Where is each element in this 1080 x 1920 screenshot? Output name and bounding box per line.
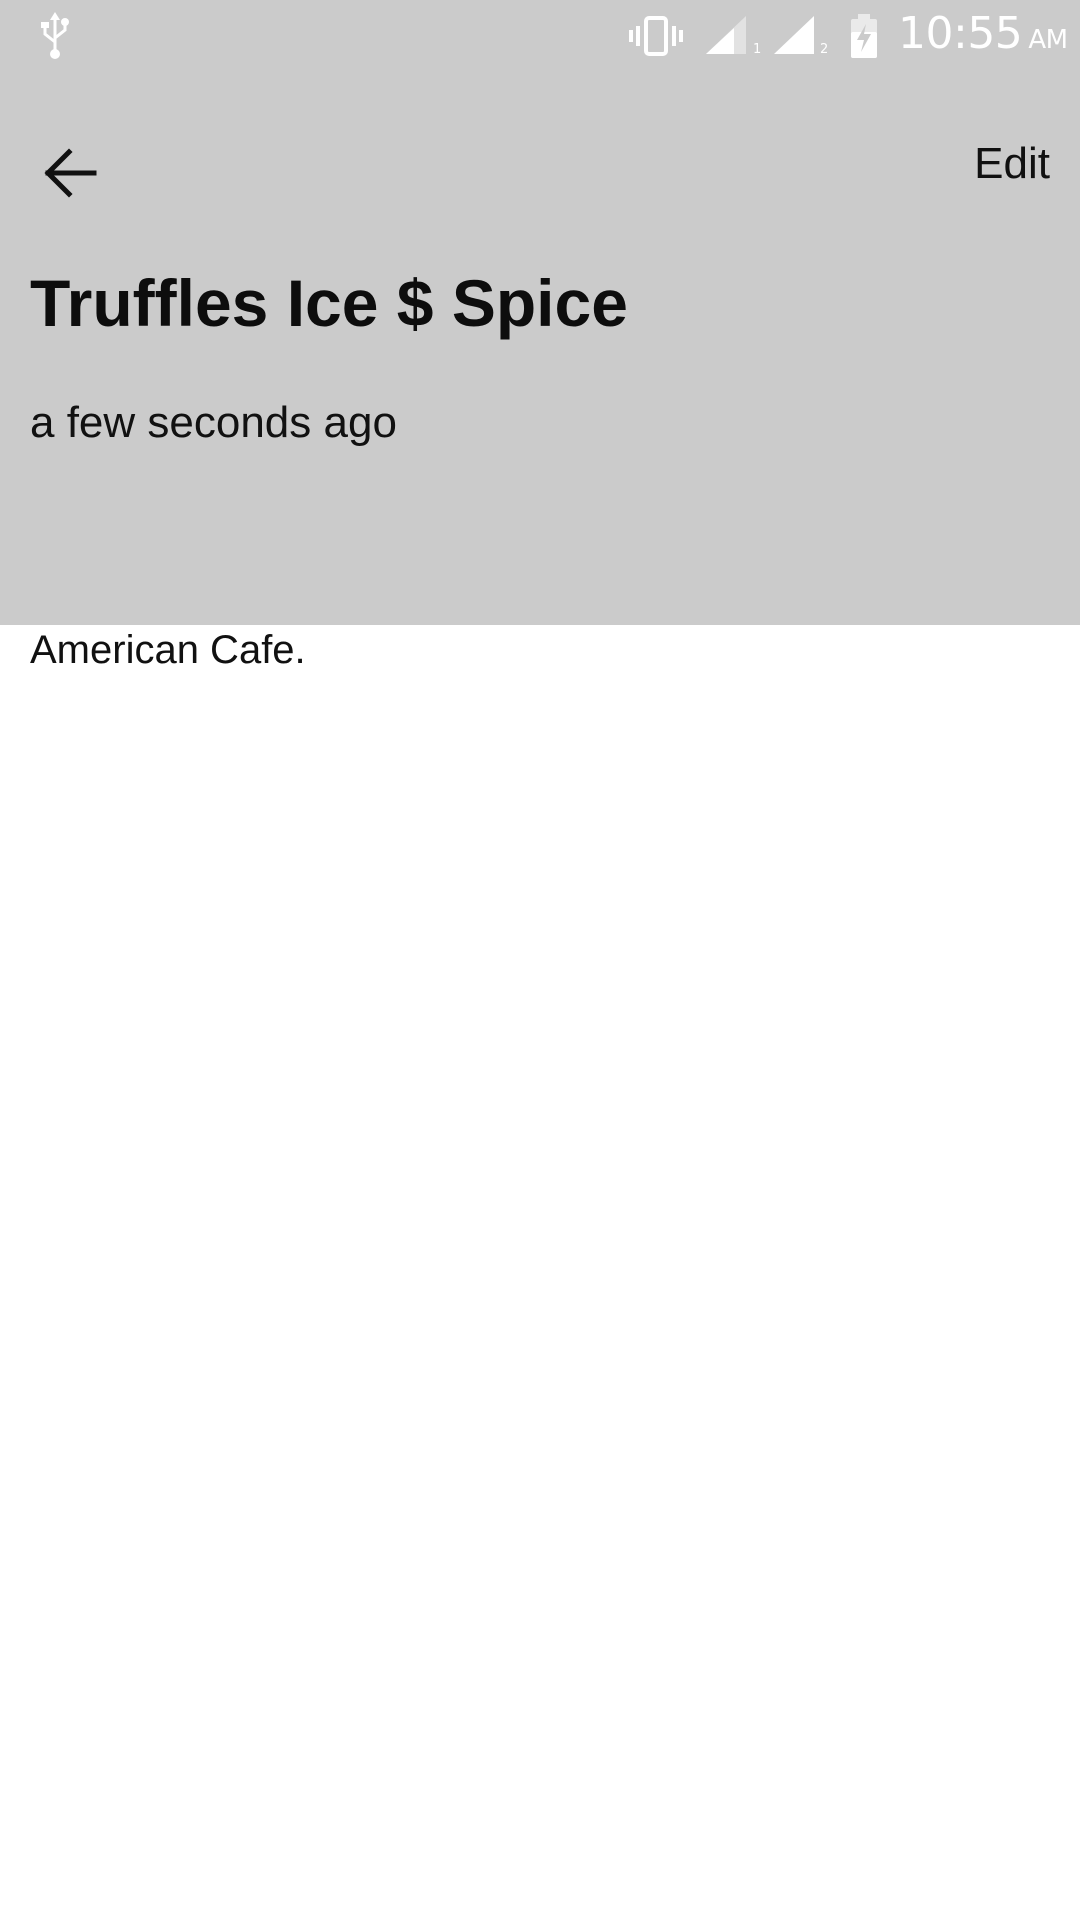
description-text: American Cafe. bbox=[30, 628, 306, 672]
usb-icon bbox=[41, 12, 69, 59]
status-time: 10:55 bbox=[898, 8, 1023, 59]
signal-icon bbox=[706, 16, 746, 54]
edit-button[interactable]: Edit bbox=[974, 139, 1050, 189]
page-title: Truffles Ice $ Spice bbox=[30, 266, 628, 340]
status-ampm: AM bbox=[1028, 25, 1068, 55]
status-bar: 1 2 10:55 AM bbox=[0, 0, 1080, 75]
vibrate-icon bbox=[629, 16, 683, 56]
timestamp: a few seconds ago bbox=[30, 398, 397, 447]
sim-1-label: 1 bbox=[753, 42, 762, 57]
detail-header: Edit Truffles Ice $ Spice a few seconds … bbox=[0, 75, 1080, 625]
battery-charging-icon bbox=[851, 14, 877, 58]
signal-icon bbox=[774, 16, 814, 54]
arrow-left-icon bbox=[44, 148, 97, 198]
sim-2-label: 2 bbox=[820, 42, 829, 57]
screen: 1 2 10:55 AM Edit Truffles Ice $ Spice a… bbox=[0, 0, 1080, 1920]
back-button[interactable] bbox=[26, 129, 114, 217]
status-clock: 10:55 AM bbox=[898, 8, 1068, 59]
